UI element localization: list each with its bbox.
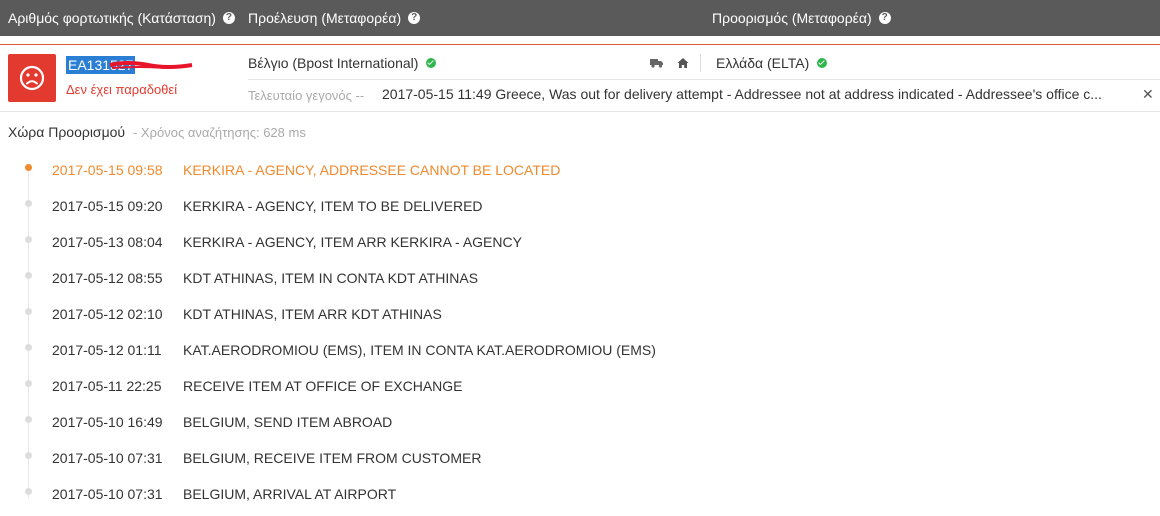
home-icon xyxy=(677,58,689,68)
timeline-dot-icon xyxy=(25,164,32,171)
destination-label: Ελλάδα (ELTA) xyxy=(716,55,810,71)
timeline-event: 2017-05-12 02:10 KDT ATHINAS, ITEM ARR KD… xyxy=(0,304,1160,326)
close-icon[interactable]: ✕ xyxy=(1142,86,1154,103)
header-divider xyxy=(0,44,1160,45)
timeline-event: 2017-05-13 08:04 KERKIRA - AGENCY, ITEM A… xyxy=(0,232,1160,254)
event-datetime: 2017-05-11 22:25 xyxy=(52,378,162,394)
event-datetime: 2017-05-12 02:10 xyxy=(52,306,163,322)
timeline-event: 2017-05-12 08:55 KDT ATHINAS, ITEM IN CON… xyxy=(0,268,1160,290)
event-datetime: 2017-05-12 01:11 xyxy=(52,342,162,358)
event-datetime: 2017-05-12 08:55 xyxy=(52,270,163,286)
truck-icon xyxy=(650,59,663,68)
header-tracking-number: Αριθμός φορτωτικής (Κατάσταση) ? xyxy=(8,0,235,36)
event-description: BELGIUM, ARRIVAL AT AIRPORT xyxy=(183,486,397,502)
header-origin: Προέλευση (Μεταφορέα) ? xyxy=(248,0,421,36)
event-datetime: 2017-05-10 07:31 xyxy=(52,486,163,502)
event-datetime: 2017-05-15 09:20 xyxy=(52,198,163,214)
event-datetime: 2017-05-10 07:31 xyxy=(52,450,163,466)
destination-carrier: Ελλάδα (ELTA) xyxy=(716,55,828,71)
timeline-dot-icon xyxy=(25,488,32,495)
event-datetime: 2017-05-13 08:04 xyxy=(52,234,163,250)
help-icon[interactable]: ? xyxy=(408,12,421,24)
timeline-event: 2017-05-15 09:58 KERKIRA - AGENCY, ADDRES… xyxy=(0,160,1160,182)
event-description: KDT ATHINAS, ITEM IN CONTA KDT ATHINAS xyxy=(183,270,479,286)
origin-label: Βέλγιο (Bpost International) xyxy=(248,55,419,71)
header-origin-label: Προέλευση (Μεταφορέα) xyxy=(248,10,402,26)
event-description: BELGIUM, SEND ITEM ABROAD xyxy=(183,414,393,430)
timeline-dot-icon xyxy=(25,416,32,423)
search-time: - Χρόνος αναζήτησης: 628 ms xyxy=(132,125,306,140)
origin-carrier: Βέλγιο (Bpost International) xyxy=(248,55,437,71)
delivery-status: Δεν έχει παραδοθεί xyxy=(66,82,178,97)
event-datetime: 2017-05-10 16:49 xyxy=(52,414,163,430)
timeline-dot-icon xyxy=(25,308,32,315)
help-icon[interactable]: ? xyxy=(222,12,235,24)
event-description: RECEIVE ITEM AT OFFICE OF EXCHANGE xyxy=(183,378,463,394)
help-icon[interactable]: ? xyxy=(878,12,891,24)
timeline-dot-icon xyxy=(25,380,32,387)
timeline-event: 2017-05-10 07:31 BELGIUM, ARRIVAL AT AIRP… xyxy=(0,484,1160,506)
timeline-dot-icon xyxy=(25,200,32,207)
section-divider xyxy=(0,111,1160,112)
column-divider xyxy=(700,54,701,72)
event-description: KAT.AERODROMIOU (EMS), ITEM IN CONTA KAT… xyxy=(183,342,656,358)
header-destination: Προορισμός (Μεταφορέα) ? xyxy=(712,0,891,36)
event-description: KERKIRA - AGENCY, ITEM ARR KERKIRA - AGE… xyxy=(183,234,522,250)
timeline-event: 2017-05-11 22:25 RECEIVE ITEM AT OFFICE O… xyxy=(0,376,1160,398)
check-icon xyxy=(426,58,437,68)
timeline-dot-icon xyxy=(25,452,32,459)
timeline-event: 2017-05-10 07:31 BELGIUM, RECEIVE ITEM FR… xyxy=(0,448,1160,470)
timeline-dot-icon xyxy=(25,272,32,279)
timeline-dot-icon xyxy=(25,236,32,243)
check-icon xyxy=(817,58,828,68)
event-description: KDT ATHINAS, ITEM ARR KDT ATHINAS xyxy=(183,306,442,322)
redaction-mark xyxy=(109,61,193,69)
event-description: BELGIUM, RECEIVE ITEM FROM CUSTOMER xyxy=(183,450,482,466)
timeline-event: 2017-05-12 01:11 KAT.AERODROMIOU (EMS), I… xyxy=(0,340,1160,362)
event-datetime: 2017-05-15 09:58 xyxy=(52,162,163,178)
last-event-label: Τελευταίο γεγονός -- xyxy=(248,88,365,103)
last-event-text: 2017-05-15 11:49 Greece, Was out for del… xyxy=(382,86,1102,102)
destination-country-title: Χώρα Προορισμού xyxy=(8,124,126,140)
destination-country-heading: Χώρα Προορισμού - Χρόνος αναζήτησης: 628… xyxy=(8,124,306,140)
event-description: KERKIRA - AGENCY, ITEM TO BE DELIVERED xyxy=(183,198,483,214)
header-tracking-label: Αριθμός φορτωτικής (Κατάσταση) xyxy=(8,10,216,26)
row-divider xyxy=(248,79,1160,80)
header-destination-label: Προορισμός (Μεταφορέα) xyxy=(712,10,872,26)
event-description: KERKIRA - AGENCY, ADDRESSEE CANNOT BE LO… xyxy=(183,162,561,178)
timeline-dot-icon xyxy=(25,344,32,351)
table-header: Αριθμός φορτωτικής (Κατάσταση) ? Προέλευ… xyxy=(0,0,1160,36)
timeline-event: 2017-05-15 09:20 KERKIRA - AGENCY, ITEM T… xyxy=(0,196,1160,218)
sad-face-icon xyxy=(8,54,56,102)
timeline-event: 2017-05-10 16:49 BELGIUM, SEND ITEM ABROA… xyxy=(0,412,1160,434)
